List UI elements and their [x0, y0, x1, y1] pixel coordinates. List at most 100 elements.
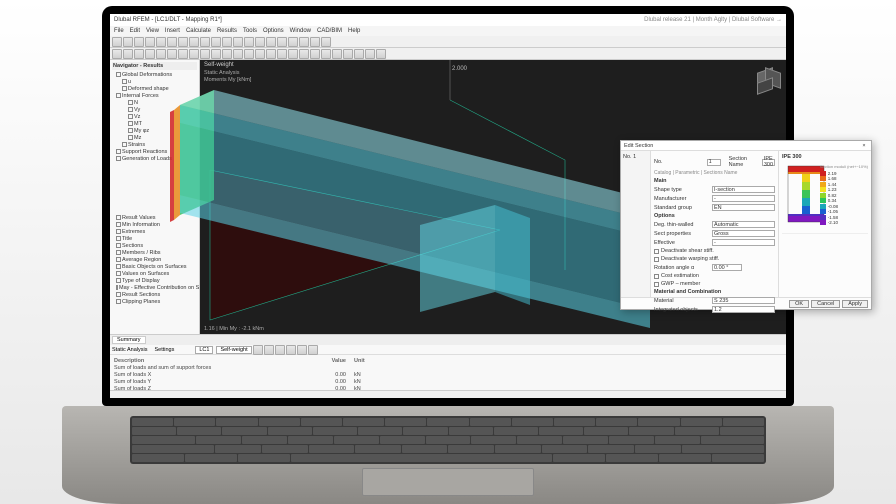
menu-tools[interactable]: Tools — [243, 28, 257, 34]
checkbox-icon[interactable] — [122, 86, 127, 91]
toolbar-icon[interactable] — [145, 37, 155, 47]
nav-node[interactable]: Deformed shape — [112, 85, 197, 92]
view-cube[interactable] — [750, 66, 780, 96]
combo-input[interactable]: Gross — [712, 230, 775, 237]
dialog-titlebar[interactable]: Edit Section × — [621, 141, 871, 151]
toolbar-icon[interactable] — [145, 49, 155, 59]
toolbar-icon[interactable] — [178, 37, 188, 47]
toolbar-icon[interactable] — [253, 345, 263, 355]
checkbox-icon[interactable] — [654, 274, 659, 279]
checkbox-icon[interactable] — [116, 229, 121, 234]
toolbar-icon[interactable] — [299, 49, 309, 59]
nav-node[interactable]: Values on Surfaces — [112, 270, 197, 277]
toolbar-icon[interactable] — [112, 49, 122, 59]
toolbar-icon[interactable] — [299, 37, 309, 47]
nav-node[interactable]: Title — [112, 235, 197, 242]
toolbar-icon[interactable] — [266, 37, 276, 47]
apply-button[interactable]: Apply — [842, 300, 868, 308]
number-input[interactable]: 1 — [707, 159, 721, 166]
toolbar-icon[interactable] — [200, 37, 210, 47]
nav-node[interactable]: Mz — [112, 134, 197, 141]
toolbar-icon[interactable] — [156, 49, 166, 59]
checkbox-icon[interactable] — [654, 282, 659, 287]
menu-help[interactable]: Help — [348, 28, 360, 34]
checkbox-icon[interactable] — [116, 215, 121, 220]
combo-input[interactable]: - — [712, 239, 775, 246]
toolbar-icon[interactable] — [321, 49, 331, 59]
lc-combo[interactable]: LC1 — [195, 346, 213, 354]
nav-node[interactable]: u — [112, 78, 197, 85]
checkbox-icon[interactable] — [116, 285, 118, 290]
checkbox-icon[interactable] — [122, 79, 127, 84]
checkbox-icon[interactable] — [128, 135, 133, 140]
toolbar-icon[interactable] — [365, 49, 375, 59]
toolbar-icon[interactable] — [376, 49, 386, 59]
toolbar-icon[interactable] — [321, 37, 331, 47]
ok-button[interactable]: OK — [789, 300, 809, 308]
checkbox-icon[interactable] — [128, 100, 133, 105]
toolbar-icon[interactable] — [288, 37, 298, 47]
nav-node[interactable]: Global Deformations — [112, 71, 197, 78]
combo-input[interactable]: I-section — [712, 186, 775, 193]
checkbox-icon[interactable] — [116, 299, 121, 304]
toolbar-icon[interactable] — [123, 49, 133, 59]
table-row[interactable]: Sum of loads Y0.00kN — [114, 378, 782, 385]
text-input[interactable]: 1.2 — [712, 306, 775, 313]
menu-edit[interactable]: Edit — [130, 28, 140, 34]
menu-insert[interactable]: Insert — [165, 28, 180, 34]
combo-input[interactable]: - — [712, 195, 775, 202]
menu-window[interactable]: Window — [290, 28, 311, 34]
nav-node[interactable]: My φz — [112, 127, 197, 134]
toolbar-icon[interactable] — [266, 49, 276, 59]
menu-results[interactable]: Results — [217, 28, 237, 34]
menu-cadbim[interactable]: CAD/BIM — [317, 28, 342, 34]
toolbar-icon[interactable] — [211, 37, 221, 47]
angle-input[interactable]: 0.00 ° — [712, 264, 742, 271]
combo-input[interactable]: Automatic — [712, 221, 775, 228]
toolbar-icon[interactable] — [200, 49, 210, 59]
toolbar-icon[interactable] — [308, 345, 318, 355]
toolbar-icon[interactable] — [167, 49, 177, 59]
toolbar-icon[interactable] — [178, 49, 188, 59]
toolbar-icon[interactable] — [277, 37, 287, 47]
toolbar-icon[interactable] — [233, 49, 243, 59]
toolbar-icon[interactable] — [286, 345, 296, 355]
combo-input[interactable]: EN — [712, 204, 775, 211]
menu-calculate[interactable]: Calculate — [186, 28, 211, 34]
toolbar-icon[interactable] — [222, 49, 232, 59]
name-input[interactable]: IPE 300 — [762, 159, 775, 166]
checkbox-icon[interactable] — [128, 128, 133, 133]
nav-node[interactable]: MT — [112, 120, 197, 127]
bottom-tab-summary[interactable]: Summary — [112, 336, 146, 344]
toolbar-icon[interactable] — [343, 49, 353, 59]
cancel-button[interactable]: Cancel — [811, 300, 840, 308]
table-row[interactable]: Sum of loads X0.00kN — [114, 371, 782, 378]
checkbox-icon[interactable] — [116, 278, 121, 283]
nav-node[interactable]: Strains — [112, 141, 197, 148]
nav-node[interactable]: Internal Forces — [112, 92, 197, 99]
toolbar-icon[interactable] — [134, 37, 144, 47]
toolbar-icon[interactable] — [222, 37, 232, 47]
checkbox-icon[interactable] — [116, 236, 121, 241]
toolbar-icon[interactable] — [275, 345, 285, 355]
nav-node[interactable]: Extremes — [112, 228, 197, 235]
toolbar-icon[interactable] — [112, 37, 122, 47]
nav-node[interactable]: Members / Ribs — [112, 249, 197, 256]
menu-file[interactable]: File — [114, 28, 124, 34]
toolbar-icon[interactable] — [244, 49, 254, 59]
checkbox-icon[interactable] — [122, 142, 127, 147]
toolbar-icon[interactable] — [255, 37, 265, 47]
checkbox-icon[interactable] — [116, 257, 121, 262]
nav-node[interactable]: Vy — [112, 106, 197, 113]
checkbox-icon[interactable] — [654, 249, 659, 254]
toolbar-icon[interactable] — [189, 49, 199, 59]
menu-options[interactable]: Options — [263, 28, 284, 34]
toolbar-icon[interactable] — [297, 345, 307, 355]
toolbar-icon[interactable] — [167, 37, 177, 47]
toolbar-icon[interactable] — [264, 345, 274, 355]
combo-input[interactable]: S 235 — [712, 297, 775, 304]
checkbox-icon[interactable] — [128, 114, 133, 119]
case-combo[interactable]: Self-weight — [216, 346, 251, 354]
toolbar-icon[interactable] — [354, 49, 364, 59]
checkbox-icon[interactable] — [654, 257, 659, 262]
